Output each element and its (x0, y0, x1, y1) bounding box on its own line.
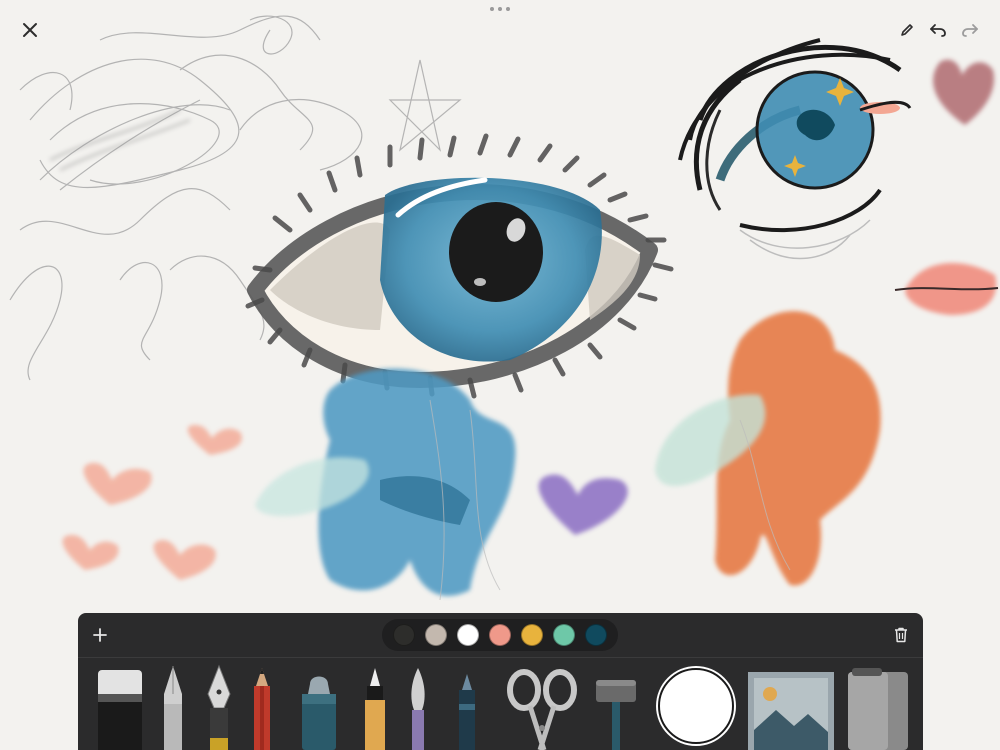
color-palette (382, 619, 618, 651)
plus-icon (93, 628, 107, 642)
redo-icon (962, 24, 978, 37)
color-swatch-mint[interactable] (553, 624, 575, 646)
color-swatch-charcoal[interactable] (393, 624, 415, 646)
scissors-tool[interactable] (504, 664, 580, 750)
big-eye-drawing (245, 133, 674, 399)
image-insert-tool[interactable] (746, 670, 836, 750)
fountain-pen-tool[interactable] (158, 664, 188, 750)
color-swatch-white[interactable] (457, 624, 479, 646)
small-eye-drawing (678, 38, 912, 260)
dot (498, 7, 502, 11)
undo-icon (930, 24, 946, 37)
color-swatch-mustard[interactable] (521, 624, 543, 646)
tool-row (78, 658, 923, 750)
add-button[interactable] (88, 623, 112, 647)
pen-mode-button[interactable] (893, 16, 921, 44)
undo-button[interactable] (924, 16, 952, 44)
eraser-tool[interactable] (96, 664, 144, 750)
brush-tool[interactable] (404, 664, 432, 750)
nib-pen-tool[interactable] (202, 664, 236, 750)
roller-tool[interactable] (592, 664, 640, 750)
trash-icon (895, 627, 907, 643)
salmon-hearts (62, 425, 242, 580)
orange-blob (655, 311, 881, 586)
close-icon (23, 23, 37, 37)
delete-button[interactable] (889, 623, 913, 647)
tray-header (78, 613, 923, 657)
color-swatch-salmon[interactable] (489, 624, 511, 646)
more-options-handle[interactable] (488, 4, 512, 14)
color-swatch-taupe[interactable] (425, 624, 447, 646)
fine-pen-tool[interactable] (360, 664, 390, 750)
tool-tray (78, 613, 923, 750)
lips-drawing (894, 263, 999, 315)
smudge-tool[interactable] (452, 664, 482, 750)
pencil-icon (901, 24, 913, 36)
dot (506, 7, 510, 11)
color-swatch-teal[interactable] (585, 624, 607, 646)
redo-button[interactable] (956, 16, 984, 44)
brown-heart (933, 59, 995, 125)
more-dots-icon (490, 7, 494, 11)
ruler-tool[interactable] (846, 666, 910, 750)
marker-tool[interactable] (292, 664, 346, 750)
pencil-tool[interactable] (248, 664, 276, 750)
color-mixer-button[interactable] (658, 668, 734, 744)
purple-heart (538, 474, 628, 535)
close-button[interactable] (16, 16, 44, 44)
